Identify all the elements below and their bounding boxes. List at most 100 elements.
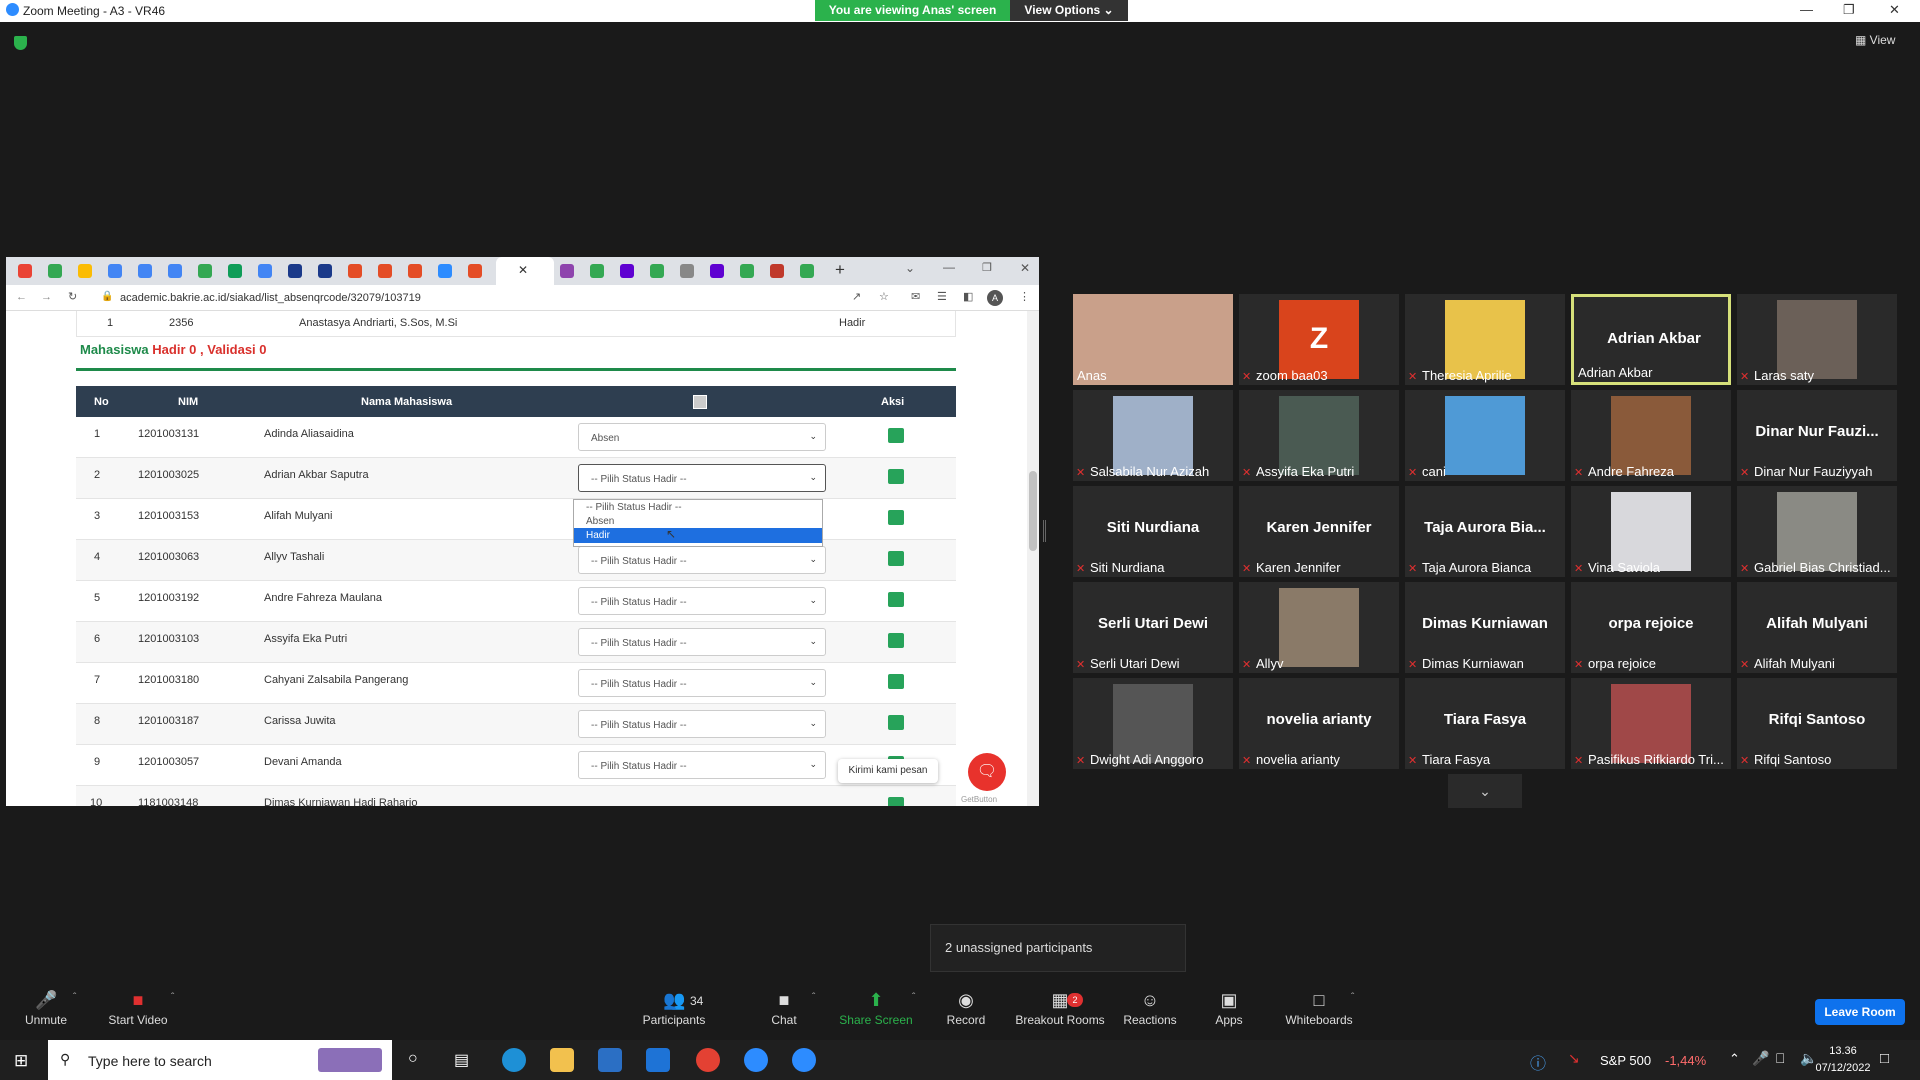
participant-tile[interactable]: ✕ Vina Saviola — [1571, 486, 1731, 577]
google-icon[interactable] — [680, 264, 694, 278]
zoom-taskbar-icon[interactable] — [792, 1048, 816, 1072]
view-options-button[interactable]: View Options ⌄ — [1010, 0, 1128, 21]
maximize-icon[interactable]: ❐ — [982, 261, 992, 274]
participant-tile[interactable]: Dinar Nur Fauzi... ✕ Dinar Nur Fauziyyah — [1737, 390, 1897, 481]
whiteboard-options-chevron-icon[interactable]: ˆ — [1351, 992, 1354, 1003]
participant-tile[interactable]: ✕ Theresia Aprilie — [1405, 294, 1565, 385]
participant-tile[interactable]: Karen Jennifer ✕ Karen Jennifer — [1239, 486, 1399, 577]
side-panel-icon[interactable]: ◧ — [963, 290, 973, 303]
clock-time[interactable]: 13.36 — [1813, 1045, 1873, 1057]
participant-tile[interactable]: Alifah Mulyani ✕ Alifah Mulyani — [1737, 582, 1897, 673]
maps-icon[interactable] — [740, 264, 754, 278]
scrollbar-thumb[interactable] — [1029, 471, 1037, 551]
status-select[interactable]: -- Pilih Status Hadir -- ⌄ — [578, 751, 826, 779]
teamviewer-icon[interactable] — [744, 1048, 768, 1072]
audio-options-chevron-icon[interactable]: ˆ — [73, 992, 76, 1003]
close-icon[interactable]: ✕ — [1020, 261, 1030, 275]
breakout-rooms-button[interactable]: ▦ Breakout Rooms — [1010, 978, 1110, 1040]
dropdown-option[interactable]: -- Pilih Status Hadir -- — [574, 500, 822, 515]
share-screen-button[interactable]: ⬆ Share Screen — [836, 978, 916, 1040]
yahoo-icon[interactable] — [710, 264, 724, 278]
shield-site-icon[interactable] — [378, 264, 392, 278]
view-button[interactable]: ▦ View — [1855, 33, 1895, 47]
shield-site-icon[interactable] — [408, 264, 422, 278]
edge-icon[interactable] — [502, 1048, 526, 1072]
participant-tile[interactable]: ✕ Dwight Adi Anggoro — [1073, 678, 1233, 769]
save-icon[interactable] — [888, 715, 904, 730]
participant-tile[interactable]: ✕ Pasifikus Rifkiardo Tri... — [1571, 678, 1731, 769]
windows-start-icon[interactable]: ⊞ — [14, 1051, 28, 1071]
apps-button[interactable]: ▣ Apps — [1208, 978, 1250, 1040]
record-button[interactable]: ◉ Record — [936, 978, 996, 1040]
reactions-button[interactable]: ☺ Reactions — [1118, 978, 1182, 1040]
k-app-icon[interactable] — [318, 264, 332, 278]
share-options-chevron-icon[interactable]: ˆ — [912, 992, 915, 1003]
close-icon[interactable]: ✕ — [1889, 2, 1900, 18]
clock-date[interactable]: 07/12/2022 — [1805, 1062, 1881, 1074]
gmail-icon[interactable] — [18, 264, 32, 278]
maps-icon[interactable] — [590, 264, 604, 278]
tray-chevron-icon[interactable]: ⌃ — [1729, 1051, 1740, 1067]
extensions-icon[interactable]: ✉ — [911, 290, 920, 303]
participant-tile[interactable]: Dimas Kurniawan ✕ Dimas Kurniawan — [1405, 582, 1565, 673]
participant-tile[interactable]: ✕ Assyifa Eka Putri — [1239, 390, 1399, 481]
slides-icon[interactable] — [78, 264, 92, 278]
participant-tile[interactable]: Tiara Fasya ✕ Tiara Fasya — [1405, 678, 1565, 769]
media-icon[interactable]: ☰ — [937, 290, 947, 303]
save-icon[interactable] — [888, 674, 904, 689]
participant-tile[interactable]: ✕ Allyv — [1239, 582, 1399, 673]
participants-button[interactable]: 👥 Participants — [634, 978, 714, 1040]
start-video-button[interactable]: ■ Start Video — [100, 978, 176, 1040]
participant-tile[interactable]: novelia arianty ✕ novelia arianty — [1239, 678, 1399, 769]
gallery-next-page-button[interactable]: ⌄ — [1448, 774, 1522, 808]
select-all-checkbox[interactable] — [693, 395, 707, 409]
tab-icon[interactable] — [560, 264, 574, 278]
participant-tile[interactable]: Z ✕ zoom baa03 — [1239, 294, 1399, 385]
chrome-icon[interactable] — [696, 1048, 720, 1072]
drive-icon[interactable] — [48, 264, 62, 278]
security-shield-icon[interactable] — [14, 36, 27, 50]
dropdown-option[interactable]: Absen — [574, 515, 822, 528]
shield-site-icon[interactable] — [468, 264, 482, 278]
leave-room-button[interactable]: Leave Room — [1815, 999, 1905, 1025]
save-icon[interactable] — [888, 633, 904, 648]
participant-tile[interactable]: Adrian Akbar Adrian Akbar — [1571, 294, 1731, 385]
maps-icon[interactable] — [800, 264, 814, 278]
unmute-button[interactable]: 🎤 Unmute — [16, 978, 76, 1040]
shield-site-icon[interactable] — [348, 264, 362, 278]
participant-tile[interactable]: ✕ Salsabila Nur Azizah — [1073, 390, 1233, 481]
task-view-icon[interactable]: ▤ — [454, 1050, 469, 1070]
participant-tile[interactable]: Serli Utari Dewi ✕ Serli Utari Dewi — [1073, 582, 1233, 673]
zoom-tab-icon[interactable] — [438, 264, 452, 278]
docs-icon[interactable] — [108, 264, 122, 278]
save-icon[interactable] — [888, 510, 904, 525]
cortana-icon[interactable]: ○ — [408, 1050, 418, 1068]
participant-tile[interactable]: ✕ Gabriel Bias Christiad... — [1737, 486, 1897, 577]
microphone-tray-icon[interactable]: 🎤 — [1752, 1050, 1769, 1067]
tab-search-icon[interactable]: ⌄ — [905, 261, 915, 275]
docs-icon[interactable] — [138, 264, 152, 278]
help-icon[interactable]: ⓘ — [1530, 1050, 1546, 1074]
save-icon[interactable] — [888, 551, 904, 566]
save-icon[interactable] — [888, 592, 904, 607]
minimize-icon[interactable]: — — [1800, 2, 1813, 17]
sheets-icon[interactable] — [228, 264, 242, 278]
taskbar-search-box[interactable]: ⚲ Type here to search — [48, 1040, 392, 1080]
participant-tile[interactable]: ✕ Andre Fahreza — [1571, 390, 1731, 481]
status-select[interactable]: -- Pilih Status Hadir -- ⌄ — [578, 710, 826, 738]
menu-icon[interactable]: ⋮ — [1019, 290, 1030, 303]
unassigned-participants-notice[interactable]: 2 unassigned participants — [930, 924, 1186, 972]
minimize-icon[interactable]: — — [943, 260, 955, 274]
status-select[interactable]: -- Pilih Status Hadir -- ⌄ — [578, 628, 826, 656]
chat-options-chevron-icon[interactable]: ˆ — [812, 992, 815, 1003]
status-select[interactable]: -- Pilih Status Hadir -- ⌄ — [578, 669, 826, 697]
save-icon[interactable] — [888, 797, 904, 806]
k-app-icon[interactable] — [288, 264, 302, 278]
splitter-handle[interactable] — [1043, 520, 1046, 542]
page-scrollbar[interactable] — [1027, 311, 1039, 806]
docs-icon[interactable] — [168, 264, 182, 278]
m-app-icon[interactable] — [770, 264, 784, 278]
docs-icon[interactable] — [258, 264, 272, 278]
url-text[interactable]: academic.bakrie.ac.id/siakad/list_absenq… — [120, 292, 421, 304]
yahoo-icon[interactable] — [620, 264, 634, 278]
